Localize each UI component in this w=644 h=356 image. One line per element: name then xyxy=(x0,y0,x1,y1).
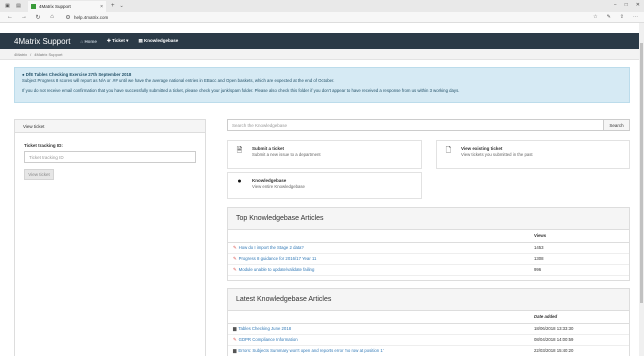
app-navbar: 4Matrix Support ⌂ Home ✚ Ticket ▾ ▤ Know… xyxy=(0,33,644,49)
submit-ticket-desc: Submit a new issue to a department xyxy=(252,152,321,157)
alert-line-2: Subject Progress 8 scores will report as… xyxy=(22,78,335,83)
breadcrumb: 4Matrix / 4Matrix Support xyxy=(0,49,644,60)
tab-actions-icon[interactable]: ▤ xyxy=(15,3,22,10)
forward-icon[interactable]: → xyxy=(20,14,28,20)
article-title: Errors: Subjects Summary won't open and … xyxy=(238,347,384,353)
window-controls: − □ ✕ xyxy=(614,2,640,8)
knowledgebase-desc: View entire Knowledgebase xyxy=(252,184,305,189)
article-views: 996 xyxy=(529,264,629,276)
table-row[interactable]: ✎ How do I import the Stage 2 data? 1453 xyxy=(228,242,629,254)
pin-icon: ✎ xyxy=(233,244,237,250)
alert-line-3: If you do not receive email confirmation… xyxy=(22,88,460,93)
article-date: 18/06/2018 13:33:30 xyxy=(529,323,629,335)
info-alert: ● DfE Tables Checking Exercise 27th Sept… xyxy=(14,67,630,103)
lightbulb-icon: ● xyxy=(237,178,242,185)
document-icon: ▆ xyxy=(233,347,237,353)
pin-icon: ✎ xyxy=(233,336,237,342)
home-browser-icon[interactable]: ⌂ xyxy=(48,14,56,20)
scrollbar-thumb[interactable] xyxy=(640,43,643,303)
plus-document-icon: 🗎 xyxy=(236,147,243,154)
latest-articles-table: Date added ▆ Tables Checking June 2018 18… xyxy=(228,311,629,356)
table-row[interactable]: ✎ Module unable to update/validate failin… xyxy=(228,264,629,276)
top-articles-panel: Top Knowledgebase Articles Views ✎ How do… xyxy=(227,207,630,281)
search-input[interactable]: Search the Knowledgebase xyxy=(227,119,604,131)
close-tab-icon[interactable]: × xyxy=(100,4,103,10)
table-row[interactable]: ✎ Progress 8 guidance for 2016/17 Year 11… xyxy=(228,253,629,265)
reading-list-icon[interactable]: ☆ xyxy=(593,14,597,20)
breadcrumb-root[interactable]: 4Matrix xyxy=(14,52,27,57)
back-icon[interactable]: ← xyxy=(6,14,14,20)
pin-icon: ✎ xyxy=(233,266,237,272)
breadcrumb-current: 4Matrix Support xyxy=(34,51,63,57)
window-menu-icon[interactable]: ▣ xyxy=(4,3,11,10)
address-bar: ← → ↻ ⌂ help.4matrix.com ☆ ✎ ⇪ ⋯ xyxy=(0,12,644,23)
tab-title: 4Matrix Support xyxy=(39,4,71,9)
view-ticket-panel: View ticket Ticket tracking ID: Ticket t… xyxy=(14,119,206,356)
tab-list-chevron-icon[interactable]: ⌄ xyxy=(120,3,124,9)
tracking-id-input[interactable]: Ticket tracking ID xyxy=(24,151,196,163)
submit-ticket-title: Submit a ticket xyxy=(252,146,285,151)
pin-icon: ✎ xyxy=(233,255,237,261)
article-views: 1308 xyxy=(529,253,629,265)
knowledgebase-search: Search the Knowledgebase Search xyxy=(227,119,630,131)
browser-toolbar-right: ☆ ✎ ⇪ ⋯ xyxy=(593,14,638,20)
tracking-id-label: Ticket tracking ID: xyxy=(24,143,63,148)
lock-icon xyxy=(66,15,70,19)
submit-ticket-card[interactable]: 🗎 Submit a ticket Submit a new issue to … xyxy=(227,140,422,169)
document-icon: ▆ xyxy=(233,325,237,331)
view-existing-ticket-desc: View tickets you submitted in the past xyxy=(461,152,533,157)
table-row[interactable]: ▆ Errors: Subjects Summary won't open and… xyxy=(228,345,629,356)
minimize-icon[interactable]: − xyxy=(614,2,617,8)
article-title: Tables Checking June 2018 xyxy=(238,325,292,331)
brand-title[interactable]: 4Matrix Support xyxy=(14,37,70,46)
new-tab-icon[interactable]: + xyxy=(111,3,115,9)
search-button[interactable]: Search xyxy=(604,119,630,131)
browser-tab-bar: ▣ ▤ 4Matrix Support × + ⌄ − □ ✕ xyxy=(0,0,644,12)
url-field[interactable]: help.4matrix.com xyxy=(66,15,108,20)
nav-ticket[interactable]: ✚ Ticket ▾ xyxy=(107,38,128,44)
knowledgebase-title: Knowledgebase xyxy=(252,178,287,183)
article-title: How do I import the Stage 2 data? xyxy=(238,244,304,250)
view-existing-ticket-title: View existing ticket xyxy=(461,146,503,151)
top-articles-title: Top Knowledgebase Articles xyxy=(228,208,629,230)
view-ticket-button[interactable]: View ticket xyxy=(24,169,54,180)
more-icon[interactable]: ⋯ xyxy=(633,14,638,20)
share-icon[interactable]: ⇪ xyxy=(620,14,624,20)
browser-tab[interactable]: 4Matrix Support × xyxy=(28,1,106,12)
refresh-icon[interactable]: ↻ xyxy=(34,14,42,21)
article-date: 22/03/2018 15:40:20 xyxy=(529,345,629,356)
nav-home-label: Home xyxy=(84,38,97,44)
table-row[interactable]: ▆ Tables Checking June 2018 18/06/2018 13… xyxy=(228,323,629,335)
view-existing-ticket-card[interactable]: 🗋 View existing ticket View tickets you … xyxy=(436,140,630,169)
top-articles-table: Views ✎ How do I import the Stage 2 data?… xyxy=(228,230,629,276)
latest-articles-panel: Latest Knowledgebase Articles Date added… xyxy=(227,288,630,356)
nav-ticket-label: Ticket xyxy=(111,38,125,43)
date-column-header: Date added xyxy=(529,311,629,324)
url-text: help.4matrix.com xyxy=(74,14,109,20)
article-date: 08/04/2018 14:00:59 xyxy=(529,334,629,346)
article-title: Module unable to update/validate failing xyxy=(238,266,315,272)
close-window-icon[interactable]: ✕ xyxy=(636,2,640,8)
page-scrollbar[interactable] xyxy=(639,23,644,356)
alert-title: ● DfE Tables Checking Exercise 27th Sept… xyxy=(22,72,132,77)
nav-knowledgebase[interactable]: ▤ Knowledgebase xyxy=(138,38,178,44)
latest-articles-title: Latest Knowledgebase Articles xyxy=(228,289,629,311)
article-title: Progress 8 guidance for 2016/17 Year 11 xyxy=(238,255,317,261)
table-row[interactable]: ✎ GDPR Compliance Information 08/04/2018 … xyxy=(228,334,629,346)
article-title: GDPR Compliance Information xyxy=(238,336,298,342)
favicon-icon xyxy=(31,4,36,9)
knowledgebase-card[interactable]: ● Knowledgebase View entire Knowledgebas… xyxy=(227,172,422,199)
article-views: 1453 xyxy=(529,242,629,254)
view-ticket-header: View ticket xyxy=(15,120,205,133)
views-column-header: Views xyxy=(529,230,629,243)
pen-icon[interactable]: ✎ xyxy=(607,14,611,20)
nav-knowledgebase-label: Knowledgebase xyxy=(143,38,179,43)
document-icon: 🗋 xyxy=(445,147,452,154)
nav-home[interactable]: ⌂ Home xyxy=(80,39,96,44)
maximize-icon[interactable]: □ xyxy=(625,2,628,8)
